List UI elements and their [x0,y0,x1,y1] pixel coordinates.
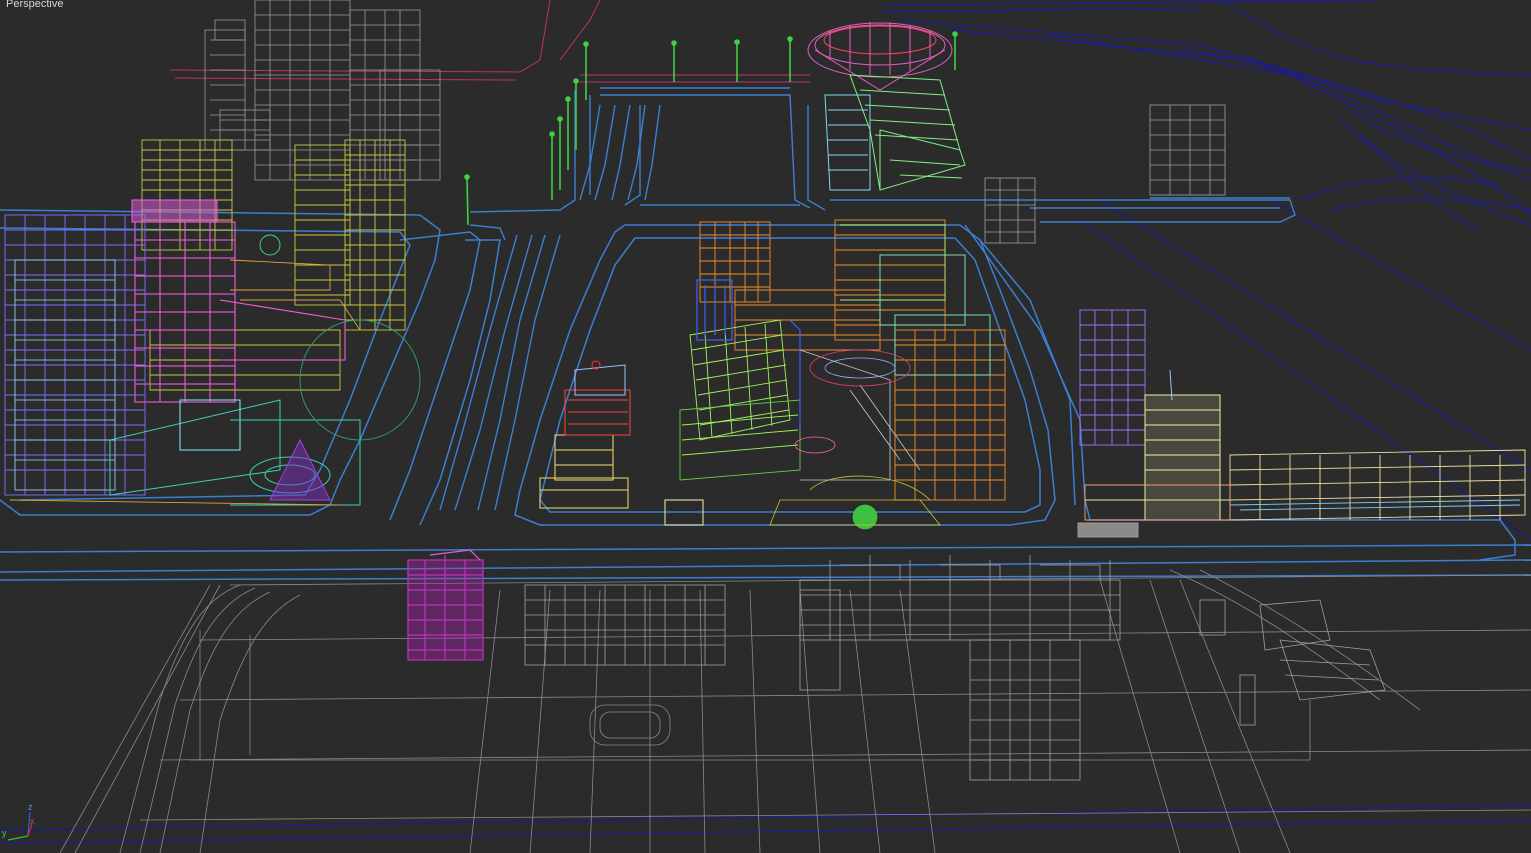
road-blocks [0,209,1531,581]
axis-z-label: z [28,802,33,812]
axis-y-line [7,835,29,841]
foreground-gray-ground [59,569,1531,853]
viewport-label[interactable]: Perspective [6,0,63,10]
wireframe-scene[interactable] [0,0,1531,853]
center-plaza [769,349,941,530]
perspective-viewport[interactable]: Perspective z x y [0,0,1531,853]
axis-x-label: x [30,816,35,826]
foreground-gray-buildings [524,555,1386,781]
orange-office-complex [699,219,1006,501]
distant-red-roads [169,0,810,83]
distant-road-network [0,0,1531,844]
purple-tower-right [1079,309,1146,446]
olive-residential-towers [141,139,406,391]
magenta-kiosk-foreground [407,549,484,661]
axis-gizmo: z x y [2,802,35,841]
green-hall-near-stadium [849,74,966,191]
yellow-tower-right [1144,369,1221,521]
teal-podium-left [109,399,361,506]
vehicles-cluster [539,360,704,526]
cyan-platform-near-stadium [824,94,871,191]
axis-y-label: y [2,828,7,838]
blue-purple-tower-left [4,214,146,496]
